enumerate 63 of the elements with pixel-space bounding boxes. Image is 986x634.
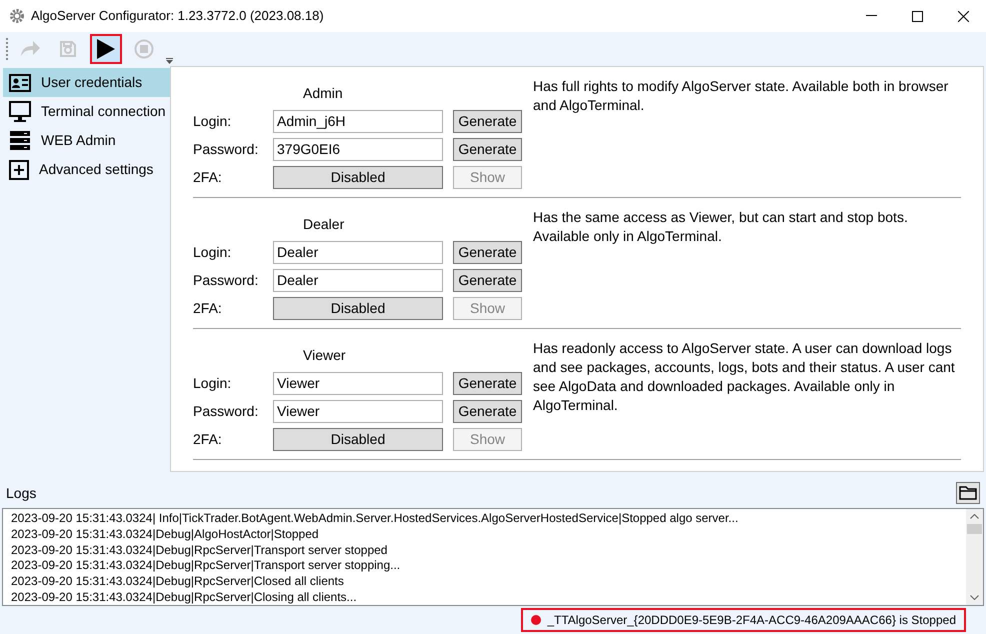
password-field[interactable]: Viewer — [273, 400, 443, 422]
two-factor-button[interactable]: Disabled — [273, 166, 443, 188]
log-line: 2023-09-20 15:31:43.0324|Debug|AlgoHostActor|Stopped — [11, 526, 320, 543]
field-label: 2FA: — [193, 430, 223, 448]
minimize-icon — [866, 15, 876, 17]
sidebar-item[interactable]: User credentials — [3, 68, 170, 97]
window-title: AlgoServer Configurator: 1.23.3772.0 (2023.08.18) — [31, 7, 324, 26]
log-line: 2023-09-20 15:31:43.0324|Debug|RpcServer|Closing all clients... — [11, 590, 358, 606]
scroll-up-icon — [970, 514, 979, 519]
maximize-icon — [912, 10, 922, 22]
role-description: Has full rights to modify AlgoServer state. Available both in browser and AlgoTerminal. — [533, 77, 950, 115]
save-icon — [59, 40, 77, 58]
sidebar-item[interactable]: WEB Admin — [3, 126, 170, 155]
field-label: 2FA: — [193, 298, 223, 318]
field-label: Login: — [193, 242, 232, 262]
generate-button[interactable]: Generate — [453, 268, 522, 292]
open-folder-button[interactable] — [956, 482, 980, 504]
scroll-down-icon — [970, 595, 979, 600]
login-field[interactable]: Dealer — [273, 240, 443, 264]
logs-title: Logs — [6, 484, 36, 503]
field-label: Password: — [193, 140, 260, 158]
field-label: Login: — [193, 374, 232, 393]
generate-button[interactable]: Generate — [453, 372, 522, 394]
section-title: Viewer — [303, 346, 347, 365]
folder-icon — [959, 486, 977, 500]
field-label: Login: — [193, 112, 232, 131]
monitor-icon — [9, 100, 31, 122]
generate-button[interactable]: Generate — [453, 400, 522, 422]
scroll-thumb[interactable] — [967, 524, 982, 534]
redo-arrow-icon — [19, 40, 41, 58]
field-label: 2FA: — [193, 168, 223, 186]
id-card-icon — [9, 74, 31, 92]
server-stack-icon — [9, 130, 31, 150]
close-icon — [958, 10, 968, 22]
overflow-caret-icon — [166, 58, 173, 64]
log-line: 2023-09-20 15:31:43.0324|Debug|RpcServer|Transport server stopping... — [11, 558, 402, 574]
scrollbar[interactable] — [966, 509, 983, 605]
login-field[interactable]: Viewer — [273, 372, 443, 394]
generate-button[interactable]: Generate — [453, 110, 522, 132]
role-description: Has the same access as Viewer, but can start and stop bots. Available only in AlgoTerminal. — [533, 208, 909, 246]
log-line: 2023-09-20 15:31:43.0324|Debug|RpcServer|Transport server stopped — [11, 542, 388, 558]
section-title: Admin — [303, 84, 344, 103]
play-icon — [96, 38, 116, 60]
section-title: Dealer — [303, 215, 346, 234]
generate-button[interactable]: Generate — [453, 138, 522, 160]
two-factor-button[interactable]: Disabled — [273, 296, 443, 320]
password-field[interactable]: 379G0EI6 — [273, 138, 443, 160]
play-button[interactable] — [90, 34, 122, 64]
field-label: Password: — [193, 270, 260, 290]
log-line: 2023-09-20 15:31:43.0324|Debug|RpcServer|Closed all clients — [11, 574, 345, 590]
login-field[interactable]: Admin_j6H — [273, 110, 443, 132]
field-label: Password: — [193, 402, 260, 420]
status-text: _TTAlgoServer_{20DDD0E9-5E9B-2F4A-ACC9-46A209AAAC66} is Stopped — [547, 612, 956, 629]
stop-icon — [134, 39, 154, 59]
gear-icon — [9, 8, 25, 24]
generate-button[interactable]: Generate — [453, 240, 522, 264]
log-line: 2023-09-20 15:31:43.0324| Info|TickTrader.BotAgent.WebAdmin.Server.HostedServices.AlgoServerHostedService|Stopped algo server... — [11, 511, 740, 527]
sidebar-item[interactable]: Terminal connection — [3, 97, 170, 126]
password-field[interactable]: Dealer — [273, 268, 443, 292]
two-factor-button[interactable]: Disabled — [273, 428, 443, 450]
sidebar-item[interactable]: Advanced settings — [3, 155, 170, 184]
role-description: Has readonly access to AlgoServer state. A user can download logs and see packages, accounts, logs, bots and their status. A user cant see AlgoData and downloaded packages. Available only in AlgoTerminal. — [533, 339, 956, 415]
plus-box-icon — [9, 160, 29, 180]
